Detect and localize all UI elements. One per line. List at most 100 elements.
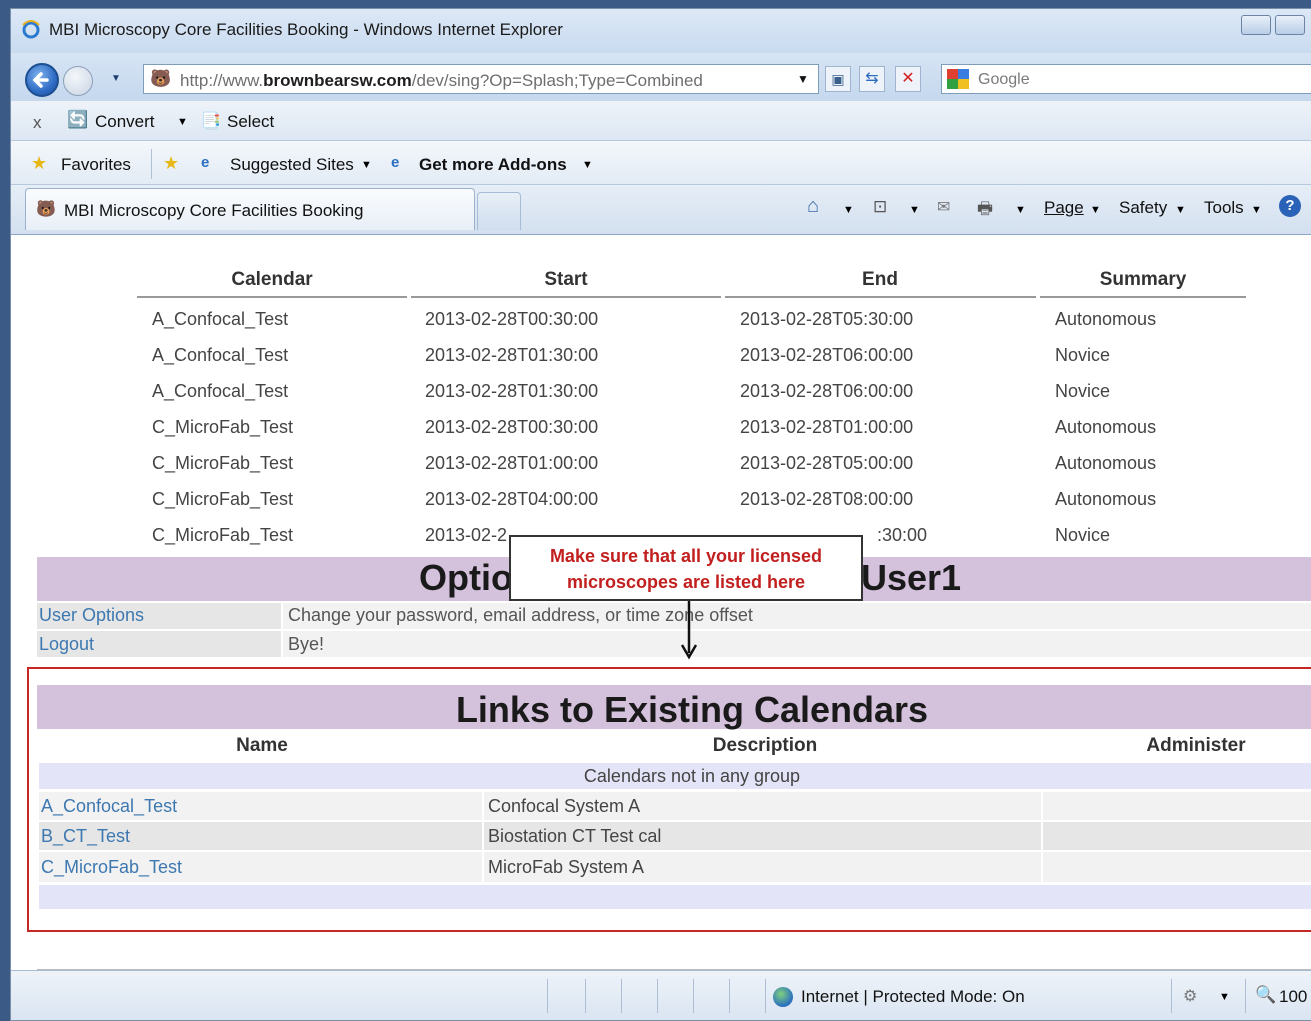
status-separator bbox=[621, 979, 622, 1013]
user-options-link[interactable]: User Options bbox=[39, 605, 144, 626]
callout-line-2: microscopes are listed here bbox=[566, 572, 806, 592]
home-dropdown-icon[interactable]: ▼ bbox=[843, 204, 854, 216]
event-calendar: C_MicroFab_Test bbox=[152, 417, 294, 437]
refresh-button[interactable]: ⇆ bbox=[859, 66, 885, 92]
status-bar bbox=[11, 970, 1311, 1020]
get-addons-dropdown-icon[interactable]: ▼ bbox=[582, 159, 593, 171]
favorites-button[interactable]: Favorites bbox=[61, 155, 131, 175]
print-dropdown-icon[interactable]: ▼ bbox=[1015, 204, 1026, 216]
back-button[interactable] bbox=[25, 63, 59, 97]
event-start: 2013-02-28T01:30:00 bbox=[425, 345, 599, 365]
event-calendar: A_Confocal_Test bbox=[152, 309, 289, 329]
convert-icon: 🔄 bbox=[67, 110, 89, 129]
header-underline bbox=[725, 296, 1036, 298]
event-end: 2013-02-28T01:00:00 bbox=[740, 417, 914, 437]
callout-line-1: Make sure that all your licensed bbox=[549, 546, 823, 566]
options-title-right: User1 bbox=[861, 557, 962, 598]
event-summary: Novice bbox=[1055, 381, 1111, 401]
event-end: 2013-02-28T05:30:00 bbox=[740, 309, 914, 329]
feeds-dropdown-icon[interactable]: ▼ bbox=[909, 204, 920, 216]
close-toolbar-icon[interactable]: x bbox=[33, 113, 42, 133]
calendar-link[interactable]: A_Confocal_Test bbox=[41, 796, 177, 817]
convert-dropdown-icon[interactable]: ▼ bbox=[177, 116, 188, 128]
calendar-link[interactable]: C_MicroFab_Test bbox=[41, 857, 182, 878]
calendars-title: Links to Existing Calendars bbox=[455, 689, 929, 730]
event-summary: Autonomous bbox=[1055, 309, 1157, 329]
calendars-header: Links to Existing Calendars bbox=[37, 685, 1311, 730]
page-dropdown-icon[interactable]: ▼ bbox=[1090, 204, 1101, 216]
logout-link[interactable]: Logout bbox=[39, 634, 94, 655]
print-icon[interactable]: 🖶 bbox=[977, 196, 993, 225]
event-end: 2013-02-28T06:00:00 bbox=[740, 381, 914, 401]
calendars-footer-row bbox=[39, 885, 1311, 909]
tools-menu[interactable]: Tools bbox=[1204, 198, 1244, 218]
event-calendar: A_Confocal_Test bbox=[152, 345, 289, 365]
callout-text: Make sure that all your licensed microsc… bbox=[511, 543, 861, 595]
recent-pages-dropdown-icon[interactable]: ▼ bbox=[111, 73, 121, 84]
col-header-start: Start bbox=[544, 269, 588, 290]
home-icon[interactable]: ⌂ bbox=[807, 195, 819, 218]
address-dropdown-icon[interactable]: ▼ bbox=[797, 72, 809, 86]
security-zone-text[interactable]: Internet | Protected Mode: On bbox=[801, 987, 1025, 1007]
protected-mode-icon[interactable]: ⚙ bbox=[1183, 986, 1197, 1006]
forward-button[interactable] bbox=[63, 66, 93, 96]
safety-dropdown-icon[interactable]: ▼ bbox=[1175, 204, 1186, 216]
tab-title: MBI Microscopy Core Facilities Booking bbox=[64, 201, 364, 220]
event-end: 2013-02-28T08:00:00 bbox=[740, 489, 914, 509]
maximize-button[interactable] bbox=[1275, 15, 1305, 35]
status-separator bbox=[729, 979, 730, 1013]
mail-icon[interactable]: ✉ bbox=[937, 197, 950, 217]
get-addons-button[interactable]: Get more Add-ons bbox=[419, 155, 567, 175]
calendar-description: MicroFab System A bbox=[488, 857, 645, 877]
tools-dropdown-icon[interactable]: ▼ bbox=[1251, 204, 1262, 216]
stop-button[interactable]: ✕ bbox=[895, 66, 921, 92]
zoom-level[interactable]: 100 bbox=[1279, 987, 1307, 1007]
suggested-sites-dropdown-icon[interactable]: ▼ bbox=[361, 159, 372, 171]
status-separator bbox=[1245, 979, 1246, 1013]
protected-mode-dropdown-icon[interactable]: ▼ bbox=[1219, 991, 1230, 1003]
page-menu[interactable]: Page bbox=[1044, 198, 1084, 218]
compatibility-view-button[interactable]: ▣ bbox=[825, 66, 851, 92]
calendar-admin-cell bbox=[1043, 852, 1311, 882]
add-favorite-icon[interactable]: ★ bbox=[163, 153, 179, 174]
event-summary: Autonomous bbox=[1055, 453, 1157, 473]
callout-arrow-icon bbox=[680, 601, 698, 660]
event-start: 2013-02-28T04:00:00 bbox=[425, 489, 599, 509]
zoom-icon[interactable]: 🔍 bbox=[1255, 985, 1276, 1005]
window-title: MBI Microscopy Core Facilities Booking -… bbox=[49, 20, 563, 39]
site-favicon-icon: 🐻 bbox=[150, 69, 172, 88]
address-bar[interactable]: 🐻 http://www.brownbearsw.com/dev/sing?Op… bbox=[143, 64, 819, 94]
event-start: 2013-02-28T01:00:00 bbox=[425, 453, 599, 473]
calendar-admin-cell bbox=[1043, 822, 1311, 850]
safety-menu[interactable]: Safety bbox=[1119, 198, 1167, 218]
site-favicon-icon: 🐻 bbox=[36, 201, 56, 218]
minimize-button[interactable] bbox=[1241, 15, 1271, 35]
event-summary: Novice bbox=[1055, 345, 1111, 365]
group-label: Calendars not in any group bbox=[583, 766, 801, 786]
col-header-description: Description bbox=[712, 735, 818, 756]
address-url: http://www.brownbearsw.com/dev/sing?Op=S… bbox=[180, 71, 703, 90]
event-summary: Autonomous bbox=[1055, 417, 1157, 437]
calendar-link[interactable]: B_CT_Test bbox=[41, 826, 130, 847]
feeds-icon[interactable]: ⊡ bbox=[873, 197, 887, 217]
back-arrow-icon bbox=[32, 72, 49, 88]
help-icon[interactable]: ? bbox=[1279, 195, 1301, 217]
google-icon bbox=[947, 69, 969, 89]
search-placeholder: Google bbox=[978, 71, 1030, 88]
new-tab-button[interactable] bbox=[477, 192, 521, 230]
calendar-admin-cell bbox=[1043, 792, 1311, 820]
event-calendar: C_MicroFab_Test bbox=[152, 453, 294, 473]
event-summary: Novice bbox=[1055, 525, 1111, 545]
select-icon: 📑 bbox=[201, 113, 221, 130]
annotation-callout: Make sure that all your licensed microsc… bbox=[509, 535, 863, 601]
col-header-summary: Summary bbox=[1099, 269, 1187, 290]
ie-page-icon: e bbox=[201, 154, 210, 171]
convert-button[interactable]: Convert bbox=[95, 112, 155, 132]
tab-active[interactable]: 🐻 MBI Microscopy Core Facilities Booking bbox=[25, 188, 475, 230]
select-button[interactable]: Select bbox=[227, 112, 274, 132]
header-underline bbox=[1040, 296, 1246, 298]
search-input[interactable]: Google bbox=[941, 64, 1311, 94]
favorites-star-icon: ★ bbox=[31, 153, 48, 173]
window-controls bbox=[1241, 15, 1311, 37]
suggested-sites-button[interactable]: Suggested Sites bbox=[230, 155, 354, 175]
